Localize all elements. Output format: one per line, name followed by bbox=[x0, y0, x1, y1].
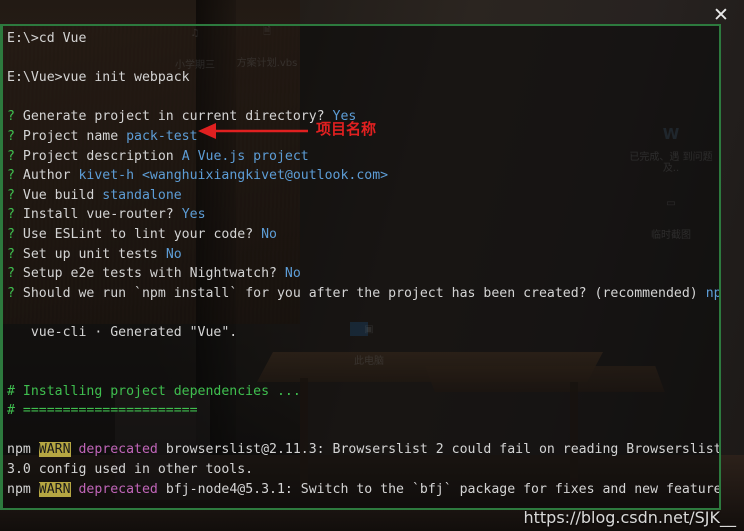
terminal-line: ? Project description A Vue.js project bbox=[7, 147, 719, 167]
prompt-text: Vue build bbox=[22, 187, 103, 203]
prompt-answer-value: No bbox=[284, 266, 301, 282]
prompt-answer-value: No bbox=[165, 246, 182, 262]
prompt-question-icon: ? bbox=[7, 246, 23, 262]
prompt-answer-value: No bbox=[261, 226, 277, 242]
prompt-question-icon: ? bbox=[7, 109, 23, 125]
terminal-line: ? Set up unit tests No bbox=[7, 245, 719, 265]
prompt-question-icon: ? bbox=[7, 226, 23, 242]
deprecated-tag: deprecated bbox=[70, 481, 166, 497]
npm-prefix: npm bbox=[7, 481, 39, 497]
terminal-line: E:\Vue>vue init webpack bbox=[7, 70, 190, 86]
terminal-window[interactable]: E:\>cd Vue E:\Vue>vue init webpack ? Gen… bbox=[0, 24, 721, 510]
terminal-line: ? Use ESLint to lint your code? No bbox=[7, 225, 719, 245]
terminal-line: npm WARN deprecated browserslist@2.11.3:… bbox=[7, 440, 719, 460]
deprecated-tag: deprecated bbox=[70, 442, 166, 458]
terminal-line: npm WARN deprecated bfj-node4@5.3.1: Swi… bbox=[7, 480, 719, 500]
terminal-line: vue-cli · Generated "Vue". bbox=[7, 324, 238, 340]
warn-message: bfj-node4@5.3.1: Switch to the `bfj` pac… bbox=[165, 481, 721, 497]
prompt-question-icon: ? bbox=[7, 187, 23, 203]
prompt-text: Author bbox=[22, 168, 79, 184]
prompt-text: Should we run `npm install` for you afte… bbox=[22, 285, 706, 301]
annotation-arrow: 项目名称 bbox=[196, 119, 406, 143]
prompt-question-icon: ? bbox=[7, 168, 23, 184]
terminal-line: E:\>cd Vue bbox=[7, 31, 87, 46]
prompt-answer-value: standalone bbox=[102, 187, 182, 203]
warn-badge: WARN bbox=[38, 442, 71, 458]
terminal-line: 3.0 config used in other tools. bbox=[7, 462, 254, 478]
prompt-text: Project name bbox=[22, 128, 127, 144]
prompt-text: Use ESLint to lint your code? bbox=[22, 226, 262, 242]
prompt-question-icon: ? bbox=[7, 207, 23, 223]
prompt-answer-value: pack-test bbox=[126, 128, 198, 144]
terminal-output: E:\>cd Vue E:\Vue>vue init webpack ? Gen… bbox=[7, 29, 719, 508]
terminal-line: ? Should we run `npm install` for you af… bbox=[7, 284, 719, 304]
prompt-text: Setup e2e tests with Nightwatch? bbox=[22, 266, 285, 282]
prompt-answer-value: Yes bbox=[181, 207, 206, 223]
terminal-line: ? Install vue-router? Yes bbox=[7, 205, 719, 225]
prompt-answer-value: kivet-h <wanghuixiangkivet@outlook.com> bbox=[78, 168, 389, 184]
annotation-label: 项目名称 bbox=[316, 120, 377, 138]
prompt-question-icon: ? bbox=[7, 128, 23, 144]
terminal-line-highlight: # Installing project dependencies ... bbox=[7, 383, 301, 399]
terminal-line: ? Author kivet-h <wanghuixiangkivet@outl… bbox=[7, 166, 719, 186]
watermark: https://blog.csdn.net/SJK__ bbox=[523, 508, 736, 527]
prompt-text: Set up unit tests bbox=[22, 246, 166, 262]
warn-message: browserslist@2.11.3: Browserslist 2 coul… bbox=[165, 442, 721, 458]
prompt-text: Install vue-router? bbox=[22, 207, 182, 223]
prompt-question-icon: ? bbox=[7, 266, 23, 282]
prompt-question-icon: ? bbox=[7, 285, 23, 301]
close-icon[interactable]: ✕ bbox=[708, 4, 734, 26]
screenshot-root: ♫ 小学期三 🗎 方案计划.vbs W 已完成、遇 到问题及.. ▭ 临时截图 … bbox=[0, 0, 744, 531]
terminal-line-highlight: # ====================== bbox=[7, 403, 198, 419]
prompt-question-icon: ? bbox=[7, 148, 23, 164]
npm-prefix: npm bbox=[7, 442, 39, 458]
warn-badge: WARN bbox=[38, 481, 71, 497]
terminal-line: ? Setup e2e tests with Nightwatch? No bbox=[7, 264, 719, 284]
prompt-text: Project description bbox=[22, 148, 182, 164]
prompt-answer-value: npm bbox=[705, 285, 721, 301]
terminal-line: ? Vue build standalone bbox=[7, 186, 719, 206]
prompt-answer-value: A Vue.js project bbox=[181, 148, 309, 164]
